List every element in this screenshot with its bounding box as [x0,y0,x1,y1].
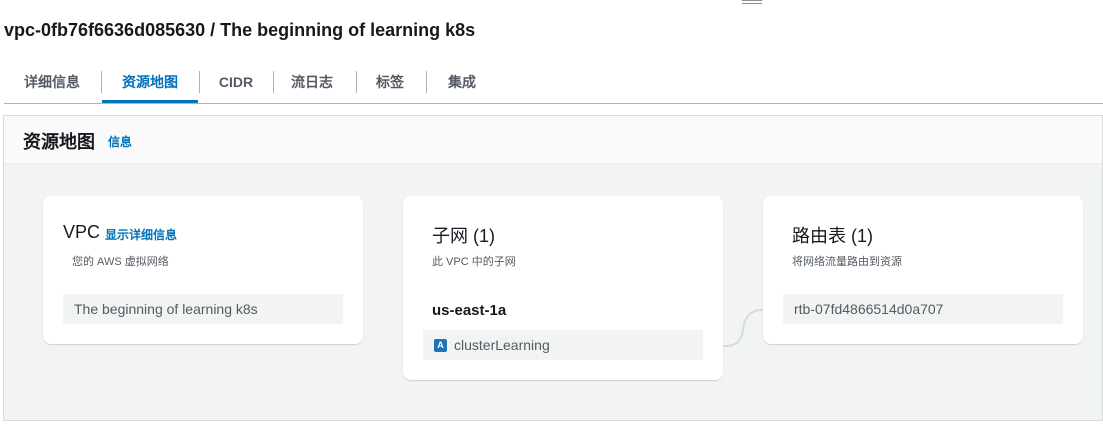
subnets-card-title: 子网 (1) [432,226,495,246]
vpc-card: VPC 显示详细信息 您的 AWS 虚拟网络 The beginning of … [43,196,363,344]
subnet-az-icon: A [434,338,447,352]
drag-handle-icon[interactable] [742,0,762,6]
route-tables-card-title: 路由表 (1) [792,226,873,246]
subnets-description: 此 VPC 中的子网 [432,256,516,268]
tab-divider [273,71,274,93]
vpc-card-title: VPC [63,222,101,242]
tab-tags[interactable]: 标签 [374,63,406,101]
tab-flow-logs[interactable]: 流日志 [290,63,334,101]
show-details-link[interactable]: 显示详细信息 [105,226,177,243]
vpc-description: 您的 AWS 虚拟网络 [72,256,169,268]
tab-divider [426,71,427,93]
tab-integrations[interactable]: 集成 [444,63,480,101]
resource-map-container: 资源地图 信息 VPC 显示详细信息 您的 AWS 虚拟网络 The begin… [3,115,1103,421]
tab-divider [199,71,200,93]
subnets-card: 子网 (1) 此 VPC 中的子网 us-east-1a AclusterLea… [403,196,723,380]
route-tables-card: 路由表 (1) 将网络流量路由到资源 rtb-07fd4866514d0a707 [763,196,1083,344]
route-table-item[interactable]: rtb-07fd4866514d0a707 [783,294,1063,324]
tab-divider [356,71,357,93]
tab-bar: 详细信息 资源地图 CIDR 流日志 标签 集成 [4,63,1103,104]
subnet-item[interactable]: AclusterLearning [423,330,703,360]
subnet-name: clusterLearning [454,337,550,353]
route-tables-description: 将网络流量路由到资源 [792,256,902,268]
tab-resource-map[interactable]: 资源地图 [102,63,198,103]
availability-zone-label: us-east-1a [432,302,507,319]
tab-details[interactable]: 详细信息 [24,63,80,101]
tab-cidr[interactable]: CIDR [216,63,256,101]
page-title: vpc-0fb76f6636d085630 / The beginning of… [4,20,476,40]
vpc-name-item[interactable]: The beginning of learning k8s [63,294,343,324]
